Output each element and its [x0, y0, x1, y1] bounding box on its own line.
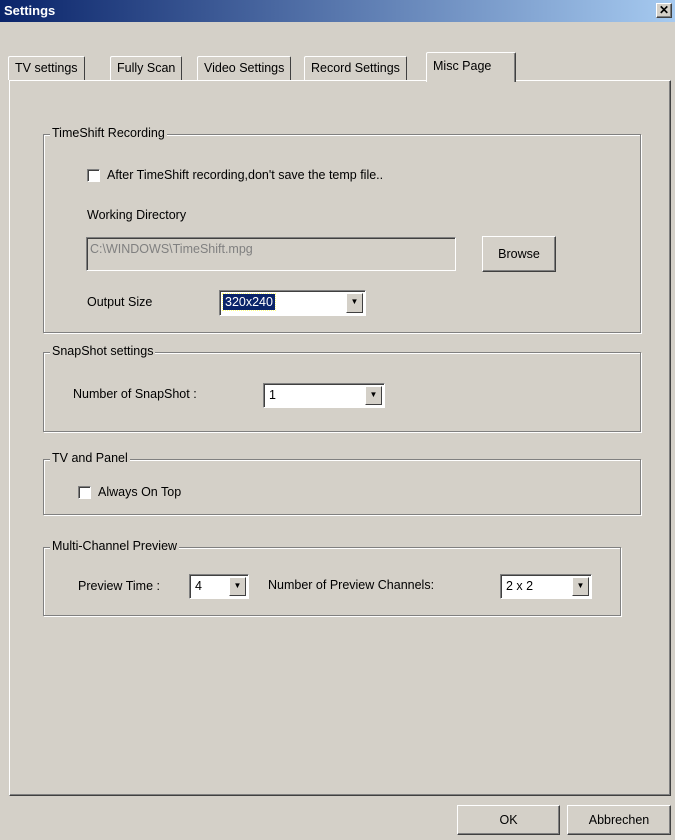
- close-icon: ✕: [658, 3, 670, 17]
- tab-tv-settings[interactable]: TV settings: [8, 56, 85, 80]
- working-directory-field[interactable]: C:\WINDOWS\TimeShift.mpg: [86, 237, 456, 271]
- snapshot-legend: SnapShot settings: [50, 344, 156, 358]
- chevron-down-icon[interactable]: ▼: [365, 386, 382, 405]
- preview-time-value: 4: [195, 579, 202, 593]
- dont-save-temp-label: After TimeShift recording,don't save the…: [107, 168, 384, 182]
- dont-save-temp-checkbox[interactable]: [87, 169, 100, 182]
- ok-button[interactable]: OK: [457, 805, 560, 835]
- tab-video-settings[interactable]: Video Settings: [197, 56, 292, 80]
- tv-panel-group: TV and Panel Always On Top: [43, 451, 641, 515]
- browse-button[interactable]: Browse: [482, 236, 556, 272]
- title-bar: Settings ✕: [0, 0, 675, 22]
- output-size-label: Output Size: [87, 295, 153, 309]
- preview-channels-label: Number of Preview Channels:: [268, 578, 435, 592]
- preview-group: Multi-Channel Preview Preview Time : 4 ▼…: [43, 539, 621, 616]
- tab-record-settings[interactable]: Record Settings: [304, 56, 407, 80]
- preview-time-label: Preview Time :: [78, 579, 160, 593]
- tv-panel-legend: TV and Panel: [50, 451, 130, 465]
- preview-time-select[interactable]: 4 ▼: [189, 574, 249, 599]
- output-size-select[interactable]: 320x240 ▼: [219, 290, 366, 316]
- preview-legend: Multi-Channel Preview: [50, 539, 180, 553]
- snapshot-number-select[interactable]: 1 ▼: [263, 383, 385, 408]
- output-size-value: 320x240: [222, 293, 276, 311]
- chevron-down-icon[interactable]: ▼: [229, 577, 246, 596]
- chevron-down-icon[interactable]: ▼: [572, 577, 589, 596]
- snapshot-number-label: Number of SnapShot :: [73, 387, 197, 401]
- misc-page-panel: TimeShift Recording After TimeShift reco…: [9, 80, 671, 796]
- close-button[interactable]: ✕: [656, 3, 672, 18]
- snapshot-number-value: 1: [269, 388, 276, 402]
- preview-channels-value: 2 x 2: [506, 579, 534, 593]
- window-title: Settings: [4, 3, 56, 18]
- timeshift-group: TimeShift Recording After TimeShift reco…: [43, 126, 641, 333]
- preview-channels-select[interactable]: 2 x 2 ▼: [500, 574, 592, 599]
- working-directory-label: Working Directory: [87, 208, 187, 222]
- chevron-down-icon[interactable]: ▼: [346, 293, 363, 313]
- snapshot-group: SnapShot settings Number of SnapShot : 1…: [43, 344, 641, 432]
- cancel-button[interactable]: Abbrechen: [567, 805, 671, 835]
- tab-misc-page[interactable]: Misc Page: [426, 52, 516, 82]
- timeshift-legend: TimeShift Recording: [50, 126, 167, 140]
- always-on-top-checkbox[interactable]: [78, 486, 91, 499]
- always-on-top-label: Always On Top: [98, 485, 182, 499]
- tab-fully-scan[interactable]: Fully Scan: [110, 56, 183, 80]
